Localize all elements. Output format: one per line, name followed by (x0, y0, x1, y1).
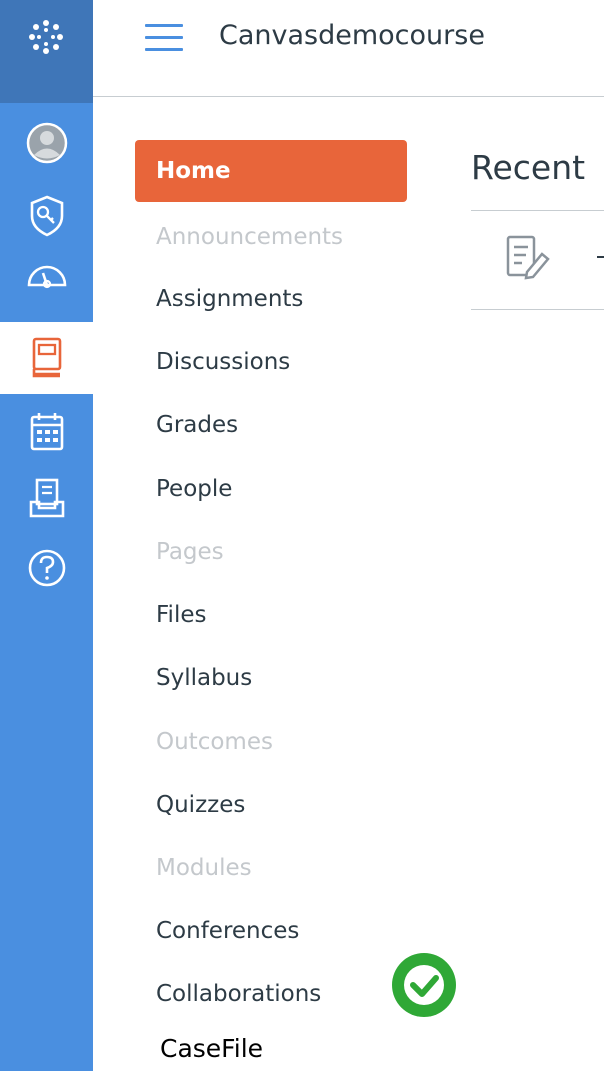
recent-item-text-fragment (597, 256, 604, 258)
course-nav-people[interactable]: People (135, 458, 407, 520)
global-nav-account[interactable] (0, 114, 93, 172)
divider (471, 210, 604, 211)
casefile-label[interactable]: CaseFile (152, 1028, 272, 1070)
assignment-edit-icon[interactable] (504, 234, 554, 289)
course-nav-label: Home (156, 158, 231, 184)
course-nav-quizzes[interactable]: Quizzes (135, 774, 407, 836)
checkmark-badge-icon (356, 945, 470, 1058)
global-nav-courses[interactable] (0, 322, 93, 394)
course-nav-assignments[interactable]: Assignments (135, 268, 407, 330)
global-nav-help[interactable] (0, 540, 93, 596)
course-nav-home[interactable]: Home (135, 140, 407, 202)
course-nav-grades[interactable]: Grades (135, 394, 407, 456)
course-nav-modules[interactable]: Modules (135, 837, 407, 899)
course-nav-label: Pages (156, 539, 224, 565)
canvas-logo-icon (29, 20, 63, 54)
calendar-icon (30, 413, 63, 451)
question-circle-icon (28, 549, 65, 587)
course-nav-label: People (156, 476, 233, 502)
divider (471, 309, 604, 310)
global-navigation (0, 0, 93, 1071)
hamburger-icon[interactable] (145, 24, 183, 52)
course-nav-outcomes[interactable]: Outcomes (135, 711, 407, 773)
course-nav-files[interactable]: Files (135, 584, 407, 646)
recent-activity-heading: Recent (471, 148, 586, 187)
speedometer-icon (27, 265, 66, 289)
course-nav-pages[interactable]: Pages (135, 521, 407, 583)
course-nav-label: Syllabus (156, 665, 253, 691)
course-nav-label: Outcomes (156, 729, 273, 755)
course-nav-label: Conferences (156, 918, 300, 944)
course-nav-syllabus[interactable]: Syllabus (135, 647, 407, 709)
global-nav-admin[interactable] (0, 188, 93, 244)
global-nav-dashboard[interactable] (0, 248, 93, 298)
course-nav-label: Grades (156, 412, 239, 438)
global-nav-inbox[interactable] (0, 470, 93, 526)
course-nav-label: Modules (156, 855, 252, 881)
global-nav-calendar[interactable] (0, 404, 93, 460)
course-title[interactable]: Canvasdemocourse (219, 20, 485, 51)
course-nav-label: Quizzes (156, 792, 246, 818)
course-nav-label: Announcements (156, 224, 344, 250)
course-nav-label: Assignments (156, 286, 304, 312)
course-header: Canvasdemocourse (93, 0, 604, 97)
shield-key-icon (30, 195, 63, 237)
avatar-icon (26, 122, 67, 164)
inbox-icon (29, 478, 64, 518)
course-nav-label: Discussions (156, 349, 291, 375)
course-nav-label: Files (156, 602, 207, 628)
course-nav-discussions[interactable]: Discussions (135, 331, 407, 393)
book-icon (32, 337, 61, 378)
course-nav-label: Collaborations (156, 981, 322, 1007)
canvas-logo[interactable] (0, 0, 93, 103)
course-nav-announcements[interactable]: Announcements (135, 206, 407, 268)
